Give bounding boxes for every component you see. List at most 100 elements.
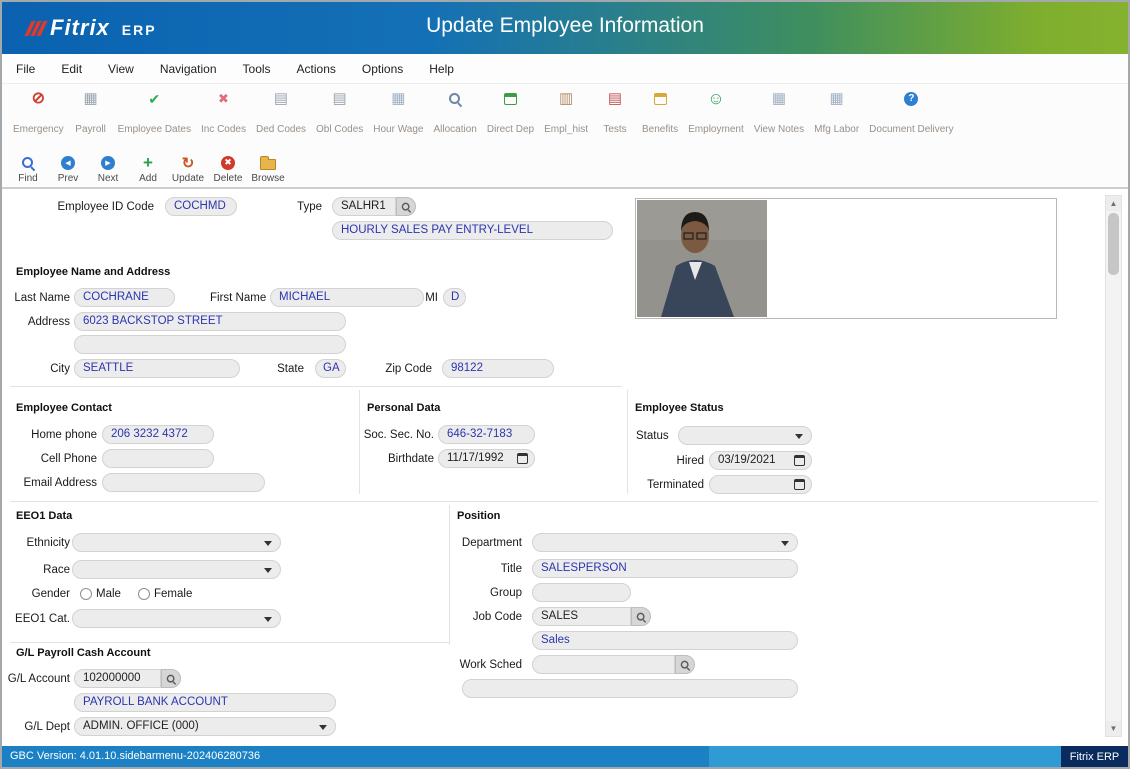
calendar-icon bbox=[794, 479, 805, 490]
job-code-field[interactable]: SALES bbox=[532, 607, 631, 626]
job-code-description-field[interactable]: Sales bbox=[532, 631, 798, 650]
smiley-icon: ☺ bbox=[707, 89, 724, 109]
toolbar-button-tests[interactable]: ▤ Tests bbox=[593, 89, 637, 135]
browse-button[interactable]: Browse bbox=[248, 148, 288, 187]
home-phone-field[interactable]: 206 3232 4372 bbox=[102, 425, 214, 444]
menu-help[interactable]: Help bbox=[429, 62, 454, 76]
main-toolbar: ⊘ Emergency ▦ Payroll ✔ Employee Dates ✖… bbox=[2, 84, 1128, 148]
ssn-field[interactable]: 646-32-7183 bbox=[438, 425, 535, 444]
toolbar-button-mfg-labor[interactable]: ▦ Mfg Labor bbox=[809, 89, 864, 135]
find-button[interactable]: Find bbox=[8, 148, 48, 187]
toolbar-button-hour-wage[interactable]: ▦ Hour Wage bbox=[368, 89, 428, 135]
first-name-field[interactable]: MICHAEL bbox=[270, 288, 424, 307]
section-name-address: Employee Name and Address bbox=[16, 266, 170, 278]
work-sched-description-field[interactable] bbox=[462, 679, 798, 698]
menu-navigation[interactable]: Navigation bbox=[160, 62, 217, 76]
employee-photo bbox=[637, 200, 767, 317]
toolbar-label: View Notes bbox=[754, 124, 804, 135]
city-field[interactable]: SEATTLE bbox=[74, 359, 240, 378]
toolbar-button-allocation[interactable]: Allocation bbox=[428, 89, 481, 135]
birthdate-field[interactable]: 11/17/1992 bbox=[438, 449, 535, 468]
state-field[interactable]: GA bbox=[315, 359, 346, 378]
menu-file[interactable]: File bbox=[16, 62, 35, 76]
state-label: State bbox=[268, 363, 304, 375]
mi-field[interactable]: D bbox=[443, 288, 466, 307]
toolbar-button-view-notes[interactable]: ▦ View Notes bbox=[749, 89, 809, 135]
toolbar-button-ded-codes[interactable]: ▤ Ded Codes bbox=[251, 89, 311, 135]
vertical-scrollbar[interactable]: ▲ ▼ bbox=[1105, 195, 1122, 737]
page-title: Update Employee Information bbox=[2, 14, 1128, 38]
eeo1-cat-dropdown[interactable] bbox=[72, 609, 281, 628]
gender-male-radio[interactable] bbox=[80, 588, 92, 600]
toolbar-button-payroll[interactable]: ▦ Payroll bbox=[69, 89, 113, 135]
divider bbox=[449, 505, 450, 645]
form-area: Employee ID Code COCHMD Type SALHR1 HOUR… bbox=[2, 188, 1128, 750]
city-label: City bbox=[10, 363, 70, 375]
question-circle-icon: ? bbox=[904, 92, 918, 106]
title-field[interactable]: SALESPERSON bbox=[532, 559, 798, 578]
toolbar-button-emergency[interactable]: ⊘ Emergency bbox=[8, 89, 69, 135]
gl-account-lookup-button[interactable] bbox=[161, 669, 181, 688]
ssn-label: Soc. Sec. No. bbox=[360, 429, 434, 441]
address-line2-field[interactable] bbox=[74, 335, 346, 354]
type-description-field[interactable]: HOURLY SALES PAY ENTRY-LEVEL bbox=[332, 221, 613, 240]
menu-tools[interactable]: Tools bbox=[243, 62, 271, 76]
calendar-green-icon bbox=[504, 93, 517, 105]
menu-edit[interactable]: Edit bbox=[61, 62, 82, 76]
toolbar-button-employee-dates[interactable]: ✔ Employee Dates bbox=[113, 89, 196, 135]
work-sched-lookup-button[interactable] bbox=[675, 655, 695, 674]
toolbar-button-document-delivery[interactable]: ? Document Delivery bbox=[864, 89, 958, 135]
nav-label: Next bbox=[98, 173, 119, 184]
next-button[interactable]: ▶ Next bbox=[88, 148, 128, 187]
toolbar-label: Hour Wage bbox=[373, 124, 423, 135]
employee-id-field[interactable]: COCHMD bbox=[165, 197, 237, 216]
group-field[interactable] bbox=[532, 583, 631, 602]
address-line1-field[interactable]: 6023 BACKSTOP STREET bbox=[74, 312, 346, 331]
calendar-yellow-icon bbox=[654, 93, 667, 105]
toolbar-button-inc-codes[interactable]: ✖ Inc Codes bbox=[196, 89, 251, 135]
gender-male-label: Male bbox=[96, 588, 121, 600]
emergency-icon: ⊘ bbox=[32, 89, 45, 109]
type-lookup-button[interactable] bbox=[396, 197, 416, 216]
add-button[interactable]: + Add bbox=[128, 148, 168, 187]
work-sched-field[interactable] bbox=[532, 655, 675, 674]
job-code-lookup-button[interactable] bbox=[631, 607, 651, 626]
prev-button[interactable]: ◀ Prev bbox=[48, 148, 88, 187]
type-field[interactable]: SALHR1 bbox=[332, 197, 396, 216]
gl-dept-dropdown[interactable]: ADMIN. OFFICE (000) bbox=[74, 717, 336, 736]
gl-account-field[interactable]: 102000000 bbox=[74, 669, 161, 688]
race-dropdown[interactable] bbox=[72, 560, 281, 579]
toolbar-button-direct-dep[interactable]: Direct Dep bbox=[482, 89, 539, 135]
toolbar-button-empl-hist[interactable]: ▥ Empl_hist bbox=[539, 89, 593, 135]
terminated-label: Terminated bbox=[635, 479, 704, 491]
cell-phone-field[interactable] bbox=[102, 449, 214, 468]
hired-field[interactable]: 03/19/2021 bbox=[709, 451, 812, 470]
scrollbar-thumb[interactable] bbox=[1108, 213, 1119, 275]
type-label: Type bbox=[292, 201, 322, 213]
gender-female-radio[interactable] bbox=[138, 588, 150, 600]
toolbar-button-benefits[interactable]: Benefits bbox=[637, 89, 683, 135]
menu-actions[interactable]: Actions bbox=[297, 62, 336, 76]
status-dropdown[interactable] bbox=[678, 426, 812, 445]
status-bar-segment bbox=[709, 746, 1065, 767]
terminated-field[interactable] bbox=[709, 475, 812, 494]
scroll-up-button[interactable]: ▲ bbox=[1106, 196, 1121, 211]
gender-female-label: Female bbox=[154, 588, 192, 600]
cell-phone-label: Cell Phone bbox=[10, 453, 97, 465]
menu-options[interactable]: Options bbox=[362, 62, 403, 76]
zip-field[interactable]: 98122 bbox=[442, 359, 554, 378]
toolbar-button-employment[interactable]: ☺ Employment bbox=[683, 89, 749, 135]
last-name-field[interactable]: COCHRANE bbox=[74, 288, 175, 307]
document-icon: ▤ bbox=[274, 89, 288, 109]
add-icon: + bbox=[143, 154, 153, 171]
delete-button[interactable]: ✖ Delete bbox=[208, 148, 248, 187]
gl-account-description-field[interactable]: PAYROLL BANK ACCOUNT bbox=[74, 693, 336, 712]
nav-label: Delete bbox=[214, 173, 243, 184]
department-dropdown[interactable] bbox=[532, 533, 798, 552]
scroll-down-button[interactable]: ▼ bbox=[1106, 721, 1121, 736]
update-button[interactable]: ↻ Update bbox=[168, 148, 208, 187]
toolbar-button-obl-codes[interactable]: ▤ Obl Codes bbox=[311, 89, 368, 135]
ethnicity-dropdown[interactable] bbox=[72, 533, 281, 552]
menu-view[interactable]: View bbox=[108, 62, 134, 76]
email-field[interactable] bbox=[102, 473, 265, 492]
